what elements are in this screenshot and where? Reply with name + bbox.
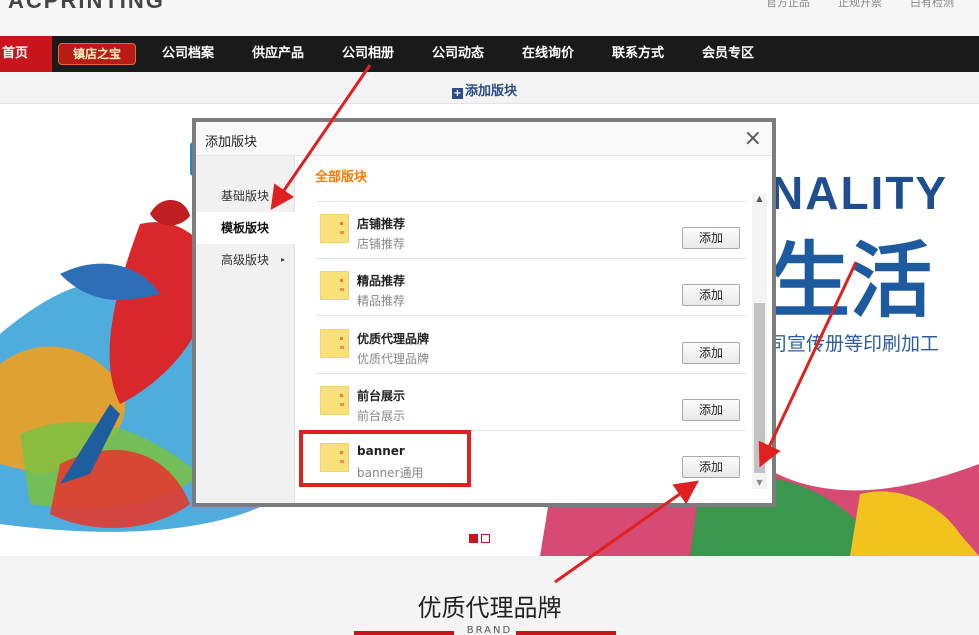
block-thumbnail-icon [320,214,349,243]
scrollbar-thumb[interactable] [754,303,765,473]
list-item: 优质代理品牌 优质代理品牌 添加 [316,317,746,374]
banner-pager [469,528,493,547]
scrollbar[interactable]: ▲ ▼ [752,193,767,489]
top-link-genuine[interactable]: 官方正品 [766,0,810,10]
dialog-header: 添加版块 × [196,122,772,156]
add-block-label: 添加版块 [465,84,518,99]
banner-subtitle: 司宣传册等印刷加工 [768,333,940,355]
block-description: 店铺推荐 [357,237,406,251]
sidebar-item-advanced-blocks[interactable]: 高级版块 ▸ [196,244,295,276]
add-button[interactable]: 添加 [682,227,740,249]
dialog-sidebar: 基础版块 模板版块 高级版块 ▸ [196,156,296,503]
nav-featured-badge[interactable]: 镇店之宝 [58,43,136,65]
scroll-down-icon[interactable]: ▼ [752,477,767,489]
list-item: 精品推荐 精品推荐 添加 [316,259,746,316]
block-description: 前台展示 [357,409,406,423]
block-name: 优质代理品牌 [357,332,430,346]
submenu-arrow-icon: ▸ [280,255,285,264]
block-thumbnail-icon [320,271,349,300]
section-title: 优质代理品牌 [417,594,562,622]
add-button[interactable]: 添加 [682,342,740,364]
block-name: 前台展示 [357,389,406,403]
sidebar-item-basic-blocks[interactable]: 基础版块 [196,180,295,212]
nav-item-album[interactable]: 公司相册 [342,36,394,72]
top-strip: ACPRINTING 官方正品 正规开票 白有检测 [0,0,979,36]
block-thumbnail-icon [320,386,349,415]
sidebar-item-label: 模板版块 [221,221,270,235]
add-block-link[interactable]: + 添加版块 [452,80,517,99]
sidebar-item-label: 基础版块 [221,189,270,203]
banner-headline-cn: 生活 [768,234,933,329]
plus-icon: + [452,88,463,99]
banner-pager-dot-2[interactable] [481,534,490,543]
banner-pager-dot-1[interactable] [469,534,478,543]
block-name: 精品推荐 [357,274,406,288]
add-button[interactable]: 添加 [682,456,740,478]
nav-home[interactable]: 首页 [0,36,52,72]
block-thumbnail-icon [320,329,349,358]
add-button[interactable]: 添加 [682,284,740,306]
section-subtitle: BRAND [466,625,513,635]
banner-headline-en: NALITY [770,167,949,219]
block-description: 优质代理品牌 [357,352,430,366]
sidebar-item-template-blocks[interactable]: 模板版块 [196,212,296,244]
nav-item-members[interactable]: 会员专区 [702,36,754,72]
top-link-invoice[interactable]: 正规开票 [838,0,882,10]
site-logo[interactable]: ACPRINTING [8,0,165,14]
list-item: 前台展示 前台展示 添加 [316,374,746,431]
nav-item-news[interactable]: 公司动态 [432,36,484,72]
parrot-head [150,199,190,226]
nav-item-inquiry[interactable]: 在线询价 [522,36,574,72]
add-button[interactable]: 添加 [682,399,740,421]
nav-item-company-profile[interactable]: 公司档案 [162,36,214,72]
scroll-up-icon[interactable]: ▲ [752,193,767,205]
list-item: 店铺推荐 店铺推荐 添加 [316,202,746,259]
annotation-highlight-box [299,430,471,487]
sidebar-item-label: 高级版块 [221,253,270,267]
section-heading-all-blocks: 全部版块 [315,170,368,185]
top-link-inspection[interactable]: 白有检测 [910,0,954,10]
close-icon[interactable]: × [744,126,762,152]
main-nav: 首页 镇店之宝 公司档案 供应产品 公司相册 公司动态 在线询价 联系方式 会员… [0,36,979,72]
nav-item-products[interactable]: 供应产品 [252,36,304,72]
block-description: 精品推荐 [357,294,406,308]
add-block-dialog: 添加版块 × 基础版块 模板版块 高级版块 ▸ 全部版块 店铺推荐 店铺推荐 添… [196,122,772,503]
dialog-title: 添加版块 [205,135,258,150]
block-name: 店铺推荐 [357,217,406,231]
add-block-row: + 添加版块 [0,72,979,104]
nav-item-contact[interactable]: 联系方式 [612,36,664,72]
